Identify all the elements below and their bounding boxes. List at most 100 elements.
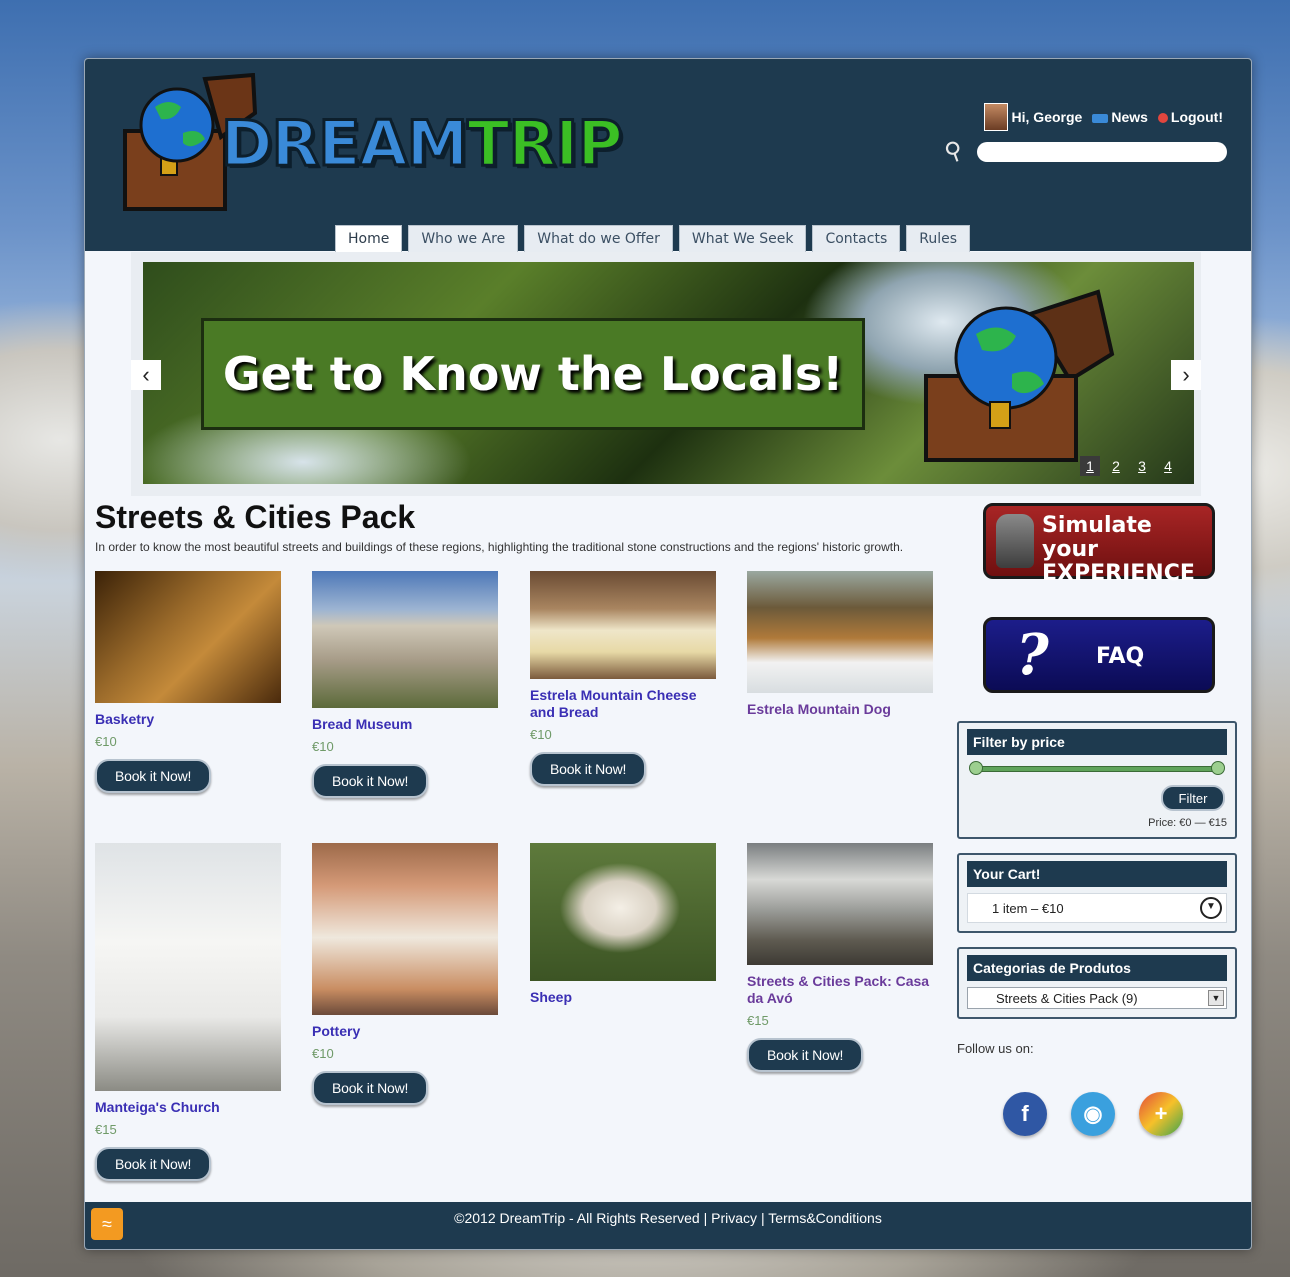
product-name[interactable]: Sheep	[530, 989, 716, 1006]
price-filter-widget: Filter by price Filter Price: €0 — €15	[957, 721, 1237, 839]
product-image-casa-da-avo[interactable]	[747, 843, 933, 965]
user-bar: Hi, George News Logout!	[983, 103, 1223, 131]
price-slider[interactable]	[969, 761, 1225, 775]
news-link[interactable]: News	[1092, 109, 1148, 125]
slider-page-1[interactable]: 1	[1080, 456, 1100, 476]
product-price: €15	[747, 1013, 769, 1028]
product-image-pottery[interactable]	[312, 843, 498, 1015]
user-greeting[interactable]: Hi, George	[983, 103, 1082, 131]
price-max-handle[interactable]	[1211, 761, 1225, 775]
product-card: Estrela Mountain Cheese and Bread €10 Bo…	[530, 571, 716, 786]
follow-us-label: Follow us on:	[957, 1041, 1034, 1056]
social-links: f ◉ +	[1003, 1092, 1241, 1136]
cart-summary[interactable]: 1 item – €10 ▼	[967, 893, 1227, 923]
tab-home[interactable]: Home	[335, 225, 403, 252]
product-image-sheep[interactable]	[530, 843, 716, 981]
twitter-icon[interactable]: ◉	[1071, 1092, 1115, 1136]
product-image-mountain-dog[interactable]	[747, 571, 933, 693]
image-slider: Get to Know the Locals! 1 2 3 4 ‹ ›	[131, 252, 1201, 496]
slider-prev-button[interactable]: ‹	[131, 360, 161, 390]
product-image-bread-museum[interactable]	[312, 571, 498, 708]
simulate-line1: Simulate your	[1042, 513, 1152, 562]
product-name[interactable]: Manteiga's Church	[95, 1099, 281, 1116]
category-select[interactable]: Streets & Cities Pack (9) ▼	[967, 987, 1227, 1009]
product-name[interactable]: Bread Museum	[312, 716, 498, 733]
product-price: €10	[312, 739, 334, 754]
search-bar: ⚲	[941, 136, 1227, 167]
sidebar: Simulate your EXPERIENCE ? FAQ Filter by…	[957, 503, 1241, 1136]
category-select-value: Streets & Cities Pack (9)	[996, 990, 1138, 1006]
search-input[interactable]	[977, 141, 1227, 162]
product-card: Bread Museum €10 Book it Now!	[312, 571, 498, 798]
google-plus-icon[interactable]: +	[1139, 1092, 1183, 1136]
filter-button[interactable]: Filter	[1161, 785, 1225, 811]
book-now-button[interactable]: Book it Now!	[312, 764, 429, 798]
product-price: €10	[530, 727, 552, 742]
privacy-link[interactable]: Privacy	[711, 1210, 757, 1226]
tab-rules[interactable]: Rules	[906, 225, 971, 252]
product-name[interactable]: Pottery	[312, 1023, 498, 1040]
slider-next-button[interactable]: ›	[1171, 360, 1201, 390]
widget-title: Your Cart!	[967, 861, 1227, 887]
product-image-manteigas-church[interactable]	[95, 843, 281, 1091]
terms-link[interactable]: Terms&Conditions	[768, 1210, 882, 1226]
categories-widget: Categorias de Produtos Streets & Cities …	[957, 947, 1237, 1019]
widget-title: Filter by price	[967, 729, 1227, 755]
page-container: DREAMTRIP Hi, George News Logout! ⚲ Home…	[84, 58, 1252, 1250]
tab-contacts[interactable]: Contacts	[812, 225, 901, 252]
facebook-icon[interactable]: f	[1003, 1092, 1047, 1136]
product-image-basketry[interactable]	[95, 571, 281, 703]
backpack-icon	[996, 514, 1034, 568]
product-card: Basketry €10 Book it Now!	[95, 571, 281, 793]
slider-page-4[interactable]: 4	[1158, 456, 1178, 476]
dropdown-arrow-icon[interactable]: ▼	[1208, 990, 1224, 1006]
slider-page-2[interactable]: 2	[1106, 456, 1126, 476]
book-now-button[interactable]: Book it Now!	[747, 1038, 864, 1072]
logout-icon	[1157, 113, 1168, 124]
search-icon[interactable]: ⚲	[941, 135, 967, 168]
price-range-label: Price: €0 — €15	[1148, 817, 1227, 829]
chevron-down-icon[interactable]: ▼	[1200, 897, 1222, 919]
main-nav: Home Who we Are What do we Offer What We…	[335, 225, 971, 252]
book-now-button[interactable]: Book it Now!	[312, 1071, 429, 1105]
book-now-button[interactable]: Book it Now!	[530, 752, 647, 786]
book-now-button[interactable]: Book it Now!	[95, 759, 212, 793]
copyright-text: ©2012 DreamTrip - All Rights Reserved |	[454, 1210, 708, 1226]
simulate-text: Simulate your EXPERIENCE	[1042, 514, 1212, 586]
footer-text: ©2012 DreamTrip - All Rights Reserved | …	[85, 1210, 1251, 1226]
product-name[interactable]: Estrela Mountain Cheese and Bread	[530, 687, 716, 721]
cart-widget: Your Cart! 1 item – €10 ▼	[957, 853, 1237, 933]
logo-wordmark: DREAMTRIP	[220, 106, 625, 182]
product-name[interactable]: Streets & Cities Pack: Casa da Avó	[747, 973, 933, 1007]
logout-label: Logout!	[1170, 109, 1223, 125]
site-header: DREAMTRIP Hi, George News Logout! ⚲ Home…	[85, 59, 1251, 252]
product-card: Sheep	[530, 843, 716, 1006]
slide-image: Get to Know the Locals! 1 2 3 4	[143, 262, 1194, 484]
faq-button[interactable]: ? FAQ	[983, 617, 1215, 693]
logout-link[interactable]: Logout!	[1157, 109, 1223, 125]
widget-title: Categorias de Produtos	[967, 955, 1227, 981]
chevron-left-icon: ‹	[142, 362, 150, 387]
page-title: Streets & Cities Pack	[95, 499, 416, 535]
cart-summary-text: 1 item – €10	[992, 900, 1064, 916]
news-icon	[1092, 113, 1109, 123]
product-image-cheese-bread[interactable]	[530, 571, 716, 679]
tab-who-we-are[interactable]: Who we Are	[408, 225, 519, 252]
user-avatar	[983, 103, 1008, 131]
site-footer: ≈ ©2012 DreamTrip - All Rights Reserved …	[85, 1202, 1251, 1249]
product-name[interactable]: Basketry	[95, 711, 281, 728]
tab-what-do-we-offer[interactable]: What do we Offer	[524, 225, 673, 252]
product-price: €15	[95, 1122, 117, 1137]
category-description: In order to know the most beautiful stre…	[95, 540, 904, 554]
product-name[interactable]: Estrela Mountain Dog	[747, 701, 933, 718]
price-min-handle[interactable]	[969, 761, 983, 775]
chevron-right-icon: ›	[1182, 362, 1190, 387]
simulate-experience-button[interactable]: Simulate your EXPERIENCE	[983, 503, 1215, 586]
slider-page-3[interactable]: 3	[1132, 456, 1152, 476]
tab-what-we-seek[interactable]: What We Seek	[678, 225, 807, 252]
price-slider-range	[975, 766, 1219, 772]
simulate-line2: EXPERIENCE	[1042, 561, 1195, 586]
slider-pager: 1 2 3 4	[1080, 456, 1178, 476]
product-card: Streets & Cities Pack: Casa da Avó €15 B…	[747, 843, 933, 1072]
book-now-button[interactable]: Book it Now!	[95, 1147, 212, 1181]
